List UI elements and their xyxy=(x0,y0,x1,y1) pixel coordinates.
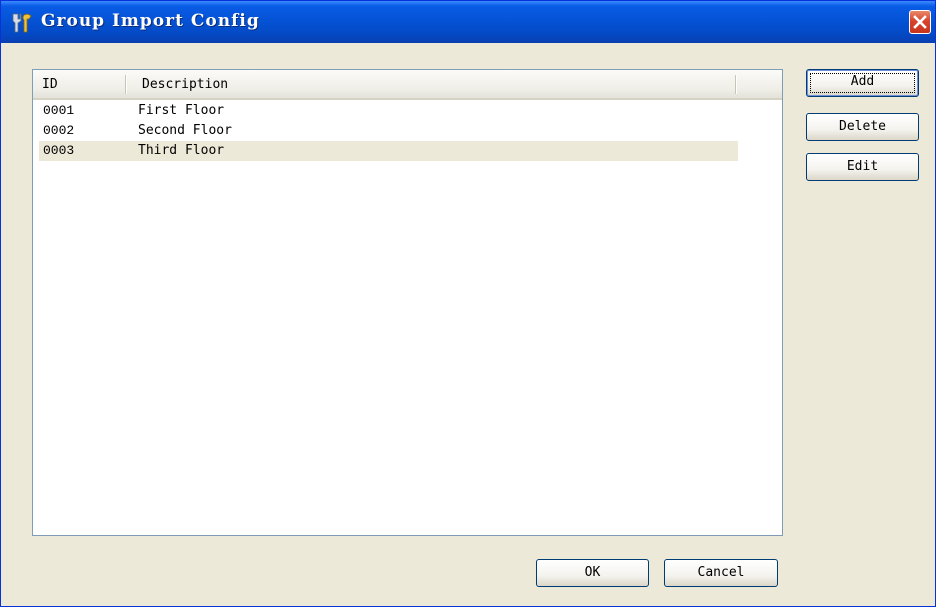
edit-button-label: Edit xyxy=(846,159,879,174)
delete-button-label: Delete xyxy=(839,119,886,134)
cancel-button[interactable]: Cancel xyxy=(664,559,778,587)
window-title: Group Import Config xyxy=(41,11,260,31)
tools-icon xyxy=(12,13,32,33)
ok-button-label: OK xyxy=(584,565,601,580)
row-id: 0002 xyxy=(43,123,75,138)
row-id: 0003 xyxy=(43,143,75,158)
column-header-id[interactable]: ID xyxy=(42,70,58,98)
row-description: Third Floor xyxy=(138,143,225,158)
edit-button[interactable]: Edit xyxy=(806,153,919,181)
row-id: 0001 xyxy=(43,103,75,118)
list-row[interactable]: 0001 First Floor xyxy=(39,101,738,121)
column-divider[interactable] xyxy=(125,75,127,94)
group-list[interactable]: ID Description 0001 First Floor 0002 Sec… xyxy=(32,69,783,536)
list-row[interactable]: 0002 Second Floor xyxy=(39,121,738,141)
add-button[interactable]: Add xyxy=(806,69,919,97)
title-bar[interactable]: Group Import Config xyxy=(1,1,935,43)
close-icon xyxy=(913,15,927,29)
row-description: First Floor xyxy=(138,103,225,118)
column-header-description[interactable]: Description xyxy=(142,70,228,98)
ok-button[interactable]: OK xyxy=(536,559,649,587)
group-import-config-dialog: Group Import Config ID Description 0001 … xyxy=(0,0,936,607)
list-row-selected[interactable]: 0003 Third Floor xyxy=(39,141,738,161)
cancel-button-label: Cancel xyxy=(697,565,745,580)
close-button[interactable] xyxy=(909,10,931,34)
row-description: Second Floor xyxy=(138,123,232,138)
focus-rectangle xyxy=(810,73,915,93)
list-header: ID Description xyxy=(33,70,782,100)
column-divider[interactable] xyxy=(735,75,737,94)
delete-button[interactable]: Delete xyxy=(806,113,919,141)
